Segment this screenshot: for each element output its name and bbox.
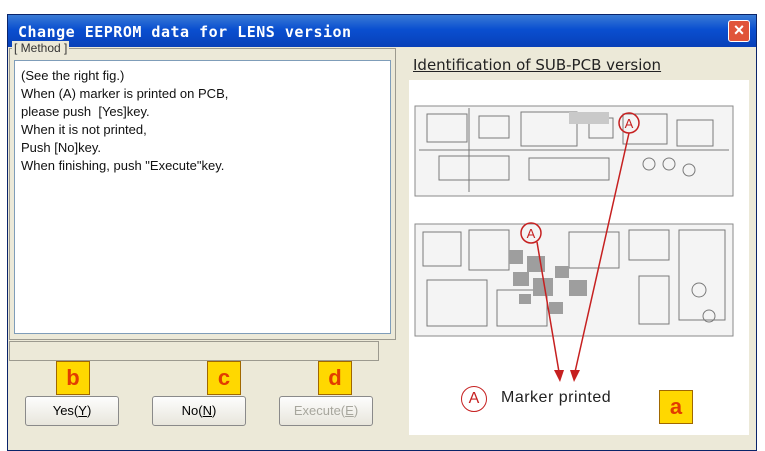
status-bar — [9, 341, 379, 361]
method-line: When it is not printed, — [21, 122, 147, 137]
window-title: Change EEPROM data for LENS version — [18, 23, 352, 41]
callout-c: c — [207, 361, 241, 395]
no-button-end: ) — [212, 403, 217, 418]
callout-a: a — [659, 390, 693, 424]
no-button[interactable]: No(N) — [152, 396, 246, 426]
callout-d: d — [318, 361, 352, 395]
yes-accel: Y — [78, 403, 87, 418]
execute-button-label: Execute( — [293, 403, 346, 418]
pcb-identification-title: Identification of SUB-PCB version — [413, 56, 662, 74]
method-group-label: [ Method ] — [12, 41, 70, 55]
close-icon[interactable]: × — [728, 20, 750, 42]
method-line: When (A) marker is printed on PCB, — [21, 86, 229, 101]
marker-caption: Marker printed — [501, 389, 612, 406]
execute-accel: E — [345, 403, 354, 418]
execute-button-end: ) — [353, 403, 359, 418]
method-line: (See the right fig.) — [21, 68, 125, 83]
method-line: please push [Yes]key. — [21, 104, 150, 119]
pcb-diagram-image: A A — [414, 105, 734, 382]
title-bar: Change EEPROM data for LENS version × — [8, 15, 756, 47]
marker-a-icon: A — [461, 386, 487, 412]
yes-button-end: ) — [86, 403, 92, 418]
method-textarea[interactable]: (See the right fig.) When (A) marker is … — [14, 60, 391, 334]
yes-button-label: Yes( — [52, 403, 79, 418]
method-line: When finishing, push "Execute"key. — [21, 158, 225, 173]
no-accel: N — [202, 403, 212, 418]
no-button-label: No( — [181, 403, 203, 418]
pcb-figure: A A — [409, 80, 749, 435]
marker-a-upper: A — [625, 116, 634, 131]
yes-button[interactable]: Yes(Y) — [25, 396, 119, 426]
execute-button[interactable]: Execute(E) — [279, 396, 373, 426]
marker-a-lower: A — [527, 226, 536, 241]
method-line: Push [No]key. — [21, 140, 101, 155]
callout-b: b — [56, 361, 90, 395]
